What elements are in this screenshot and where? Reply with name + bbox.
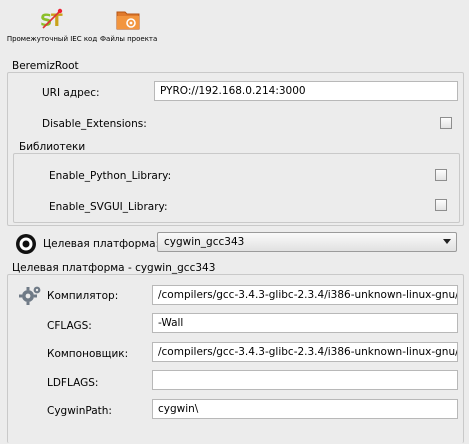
ldflags-input[interactable] <box>152 370 458 390</box>
cygwinpath-label: CygwinPath: <box>47 405 112 417</box>
uri-input[interactable]: PYRO://192.168.0.214:3000 <box>154 81 458 101</box>
ldflags-label: LDFLAGS: <box>47 377 99 389</box>
beremiz-root-title: BeremizRoot <box>10 60 81 72</box>
libraries-title: Библиотеки <box>17 141 88 153</box>
cygwinpath-input[interactable]: cygwin\ <box>152 399 458 419</box>
gears-icon <box>18 284 42 308</box>
cflags-label: CFLAGS: <box>47 320 92 332</box>
disable-extensions-label: Disable_Extensions: <box>42 118 147 130</box>
iec-code-button[interactable]: S T Промежуточный IEC код <box>6 6 98 43</box>
target-platform-select[interactable]: cygwin_gcc343 <box>157 232 457 252</box>
chevron-down-icon <box>443 239 451 244</box>
iec-code-label: Промежуточный IEC код <box>6 35 98 43</box>
compiler-label: Компилятор: <box>47 290 119 302</box>
python-library-checkbox[interactable] <box>435 169 447 181</box>
linker-input[interactable]: /compilers/gcc-3.4.3-glibc-2.3.4/i386-un… <box>152 342 458 362</box>
toolbar: S T Промежуточный IEC код Файлы проекта <box>0 0 469 54</box>
target-platform-label: Целевая платформа: <box>43 238 160 250</box>
target-group-title: Целевая платформа - cygwin_gcc343 <box>10 262 218 274</box>
project-files-label: Файлы проекта <box>100 35 158 43</box>
target-icon <box>15 233 37 255</box>
compiler-input[interactable]: /compilers/gcc-3.4.3-glibc-2.3.4/i386-un… <box>152 285 458 305</box>
project-files-folder-icon <box>115 6 141 32</box>
target-platform-selected: cygwin_gcc343 <box>164 236 245 248</box>
linker-label: Компоновщик: <box>47 348 129 360</box>
disable-extensions-checkbox[interactable] <box>440 117 452 129</box>
iec-code-icon: S T <box>39 6 65 32</box>
project-files-button[interactable]: Файлы проекта <box>100 6 158 43</box>
cflags-input[interactable]: -Wall <box>152 313 458 333</box>
svgui-library-checkbox[interactable] <box>435 199 447 211</box>
svgui-library-label: Enable_SVGUI_Library: <box>49 201 168 213</box>
uri-label: URI адрес: <box>42 87 100 99</box>
python-library-label: Enable_Python_Library: <box>49 170 172 182</box>
